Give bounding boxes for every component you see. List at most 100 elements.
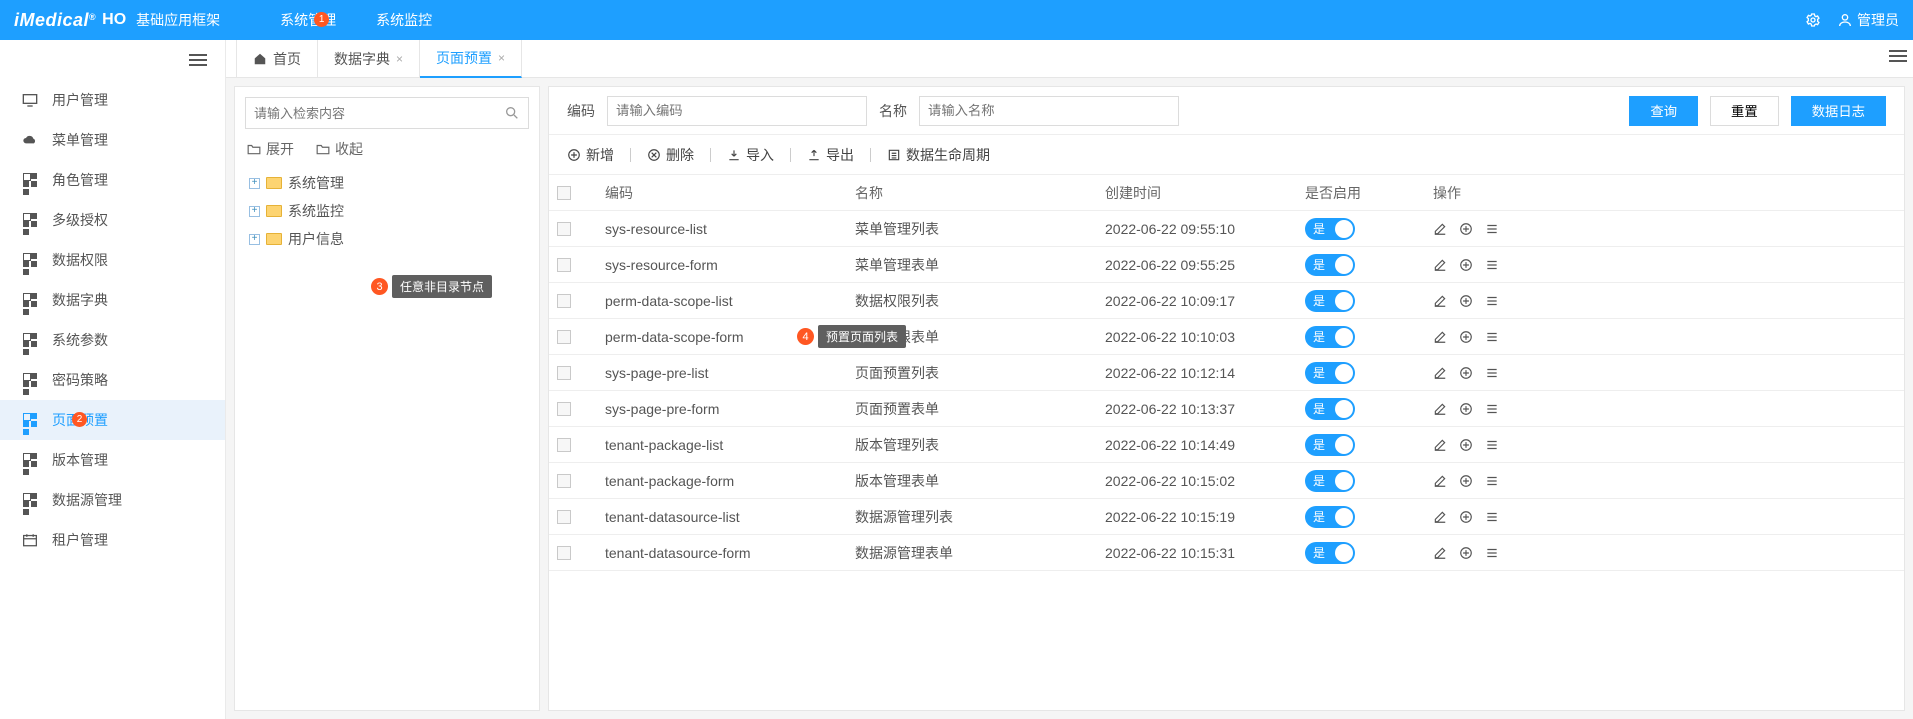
enable-switch[interactable]: 是 bbox=[1305, 290, 1355, 312]
row-checkbox[interactable] bbox=[557, 330, 571, 344]
expand-icon[interactable]: + bbox=[249, 206, 260, 217]
delete-button[interactable]: 删除 bbox=[647, 145, 694, 165]
sidebar-item-4[interactable]: 数据权限 bbox=[0, 240, 225, 280]
plus-circle-icon[interactable] bbox=[1459, 510, 1473, 524]
expand-icon[interactable]: + bbox=[249, 234, 260, 245]
row-checkbox[interactable] bbox=[557, 258, 571, 272]
tree-collapse[interactable]: 收起 bbox=[316, 139, 363, 159]
sidebar-item-0[interactable]: 用户管理 bbox=[0, 80, 225, 120]
row-checkbox[interactable] bbox=[557, 546, 571, 560]
code-input[interactable] bbox=[607, 96, 867, 126]
th-ops: 操作 bbox=[1425, 183, 1545, 203]
enable-switch[interactable]: 是 bbox=[1305, 470, 1355, 492]
export-button[interactable]: 导出 bbox=[807, 145, 854, 165]
tab-page-preset[interactable]: 页面预置× bbox=[420, 40, 522, 78]
row-checkbox[interactable] bbox=[557, 510, 571, 524]
plus-circle-icon[interactable] bbox=[1459, 438, 1473, 452]
sidebar-item-11[interactable]: 租户管理 bbox=[0, 520, 225, 560]
enable-switch[interactable]: 是 bbox=[1305, 506, 1355, 528]
row-checkbox[interactable] bbox=[557, 294, 571, 308]
datalog-button[interactable]: 数据日志 bbox=[1791, 96, 1886, 126]
plus-circle-icon[interactable] bbox=[1459, 474, 1473, 488]
enable-switch[interactable]: 是 bbox=[1305, 542, 1355, 564]
tree-expand[interactable]: 展开 bbox=[247, 139, 294, 159]
tree-node-2[interactable]: +用户信息 bbox=[249, 225, 529, 253]
row-checkbox[interactable] bbox=[557, 222, 571, 236]
sidebar-item-9[interactable]: 版本管理 bbox=[0, 440, 225, 480]
enable-switch[interactable]: 是 bbox=[1305, 362, 1355, 384]
top-menu-monitor[interactable]: 系统监控 bbox=[356, 0, 452, 40]
row-checkbox[interactable] bbox=[557, 474, 571, 488]
top-menu-system[interactable]: 系统管理 1 bbox=[260, 0, 356, 40]
sidebar-collapse[interactable] bbox=[0, 40, 225, 80]
plus-circle-icon[interactable] bbox=[1459, 258, 1473, 272]
export-icon bbox=[807, 148, 821, 162]
more-icon[interactable] bbox=[1485, 510, 1499, 524]
sidebar-item-6[interactable]: 系统参数 bbox=[0, 320, 225, 360]
sidebar-item-1[interactable]: 菜单管理 bbox=[0, 120, 225, 160]
sidebar-item-label: 多级授权 bbox=[52, 210, 108, 230]
more-icon[interactable] bbox=[1485, 258, 1499, 272]
sidebar-item-7[interactable]: 密码策略 bbox=[0, 360, 225, 400]
more-icon[interactable] bbox=[1485, 294, 1499, 308]
query-button[interactable]: 查询 bbox=[1629, 96, 1698, 126]
row-checkbox[interactable] bbox=[557, 402, 571, 416]
search-icon[interactable] bbox=[504, 105, 520, 121]
plus-circle-icon[interactable] bbox=[1459, 294, 1473, 308]
plus-circle-icon[interactable] bbox=[1459, 330, 1473, 344]
sidebar-item-3[interactable]: 多级授权 bbox=[0, 200, 225, 240]
tab-dict[interactable]: 数据字典× bbox=[318, 40, 420, 77]
enable-switch[interactable]: 是 bbox=[1305, 218, 1355, 240]
tree-search-input[interactable] bbox=[254, 106, 504, 121]
row-checkbox[interactable] bbox=[557, 366, 571, 380]
edit-icon[interactable] bbox=[1433, 222, 1447, 236]
more-icon[interactable] bbox=[1485, 366, 1499, 380]
expand-icon[interactable]: + bbox=[249, 178, 260, 189]
more-icon[interactable] bbox=[1485, 330, 1499, 344]
cell-created: 2022-06-22 10:12:14 bbox=[1097, 365, 1297, 381]
edit-icon[interactable] bbox=[1433, 546, 1447, 560]
more-icon[interactable] bbox=[1485, 474, 1499, 488]
lifecycle-button[interactable]: 数据生命周期 bbox=[887, 145, 990, 165]
plus-circle-icon[interactable] bbox=[1459, 222, 1473, 236]
badge-icon: 2 bbox=[72, 412, 87, 427]
sidebar-item-2[interactable]: 角色管理 bbox=[0, 160, 225, 200]
tree-node-0[interactable]: +系统管理 bbox=[249, 169, 529, 197]
tree-search[interactable] bbox=[245, 97, 529, 129]
row-checkbox[interactable] bbox=[557, 438, 571, 452]
name-input[interactable] bbox=[919, 96, 1179, 126]
close-icon[interactable]: × bbox=[498, 51, 505, 65]
sidebar-item-5[interactable]: 数据字典 bbox=[0, 280, 225, 320]
edit-icon[interactable] bbox=[1433, 258, 1447, 272]
reset-button[interactable]: 重置 bbox=[1710, 96, 1779, 126]
enable-switch[interactable]: 是 bbox=[1305, 326, 1355, 348]
plus-circle-icon[interactable] bbox=[1459, 366, 1473, 380]
enable-switch[interactable]: 是 bbox=[1305, 254, 1355, 276]
edit-icon[interactable] bbox=[1433, 366, 1447, 380]
edit-icon[interactable] bbox=[1433, 402, 1447, 416]
more-icon[interactable] bbox=[1485, 222, 1499, 236]
enable-switch[interactable]: 是 bbox=[1305, 434, 1355, 456]
edit-icon[interactable] bbox=[1433, 438, 1447, 452]
checkbox-all[interactable] bbox=[557, 186, 571, 200]
edit-icon[interactable] bbox=[1433, 510, 1447, 524]
add-button[interactable]: 新增 bbox=[567, 145, 614, 165]
burger-right-icon[interactable] bbox=[1889, 50, 1907, 62]
tree-node-1[interactable]: +系统监控 bbox=[249, 197, 529, 225]
enable-switch[interactable]: 是 bbox=[1305, 398, 1355, 420]
close-icon[interactable]: × bbox=[396, 52, 403, 66]
edit-icon[interactable] bbox=[1433, 294, 1447, 308]
plus-circle-icon[interactable] bbox=[1459, 402, 1473, 416]
edit-icon[interactable] bbox=[1433, 474, 1447, 488]
import-button[interactable]: 导入 bbox=[727, 145, 774, 165]
more-icon[interactable] bbox=[1485, 438, 1499, 452]
more-icon[interactable] bbox=[1485, 546, 1499, 560]
sidebar-item-8[interactable]: 页面预置2 bbox=[0, 400, 225, 440]
plus-circle-icon[interactable] bbox=[1459, 546, 1473, 560]
gear-icon[interactable] bbox=[1805, 12, 1821, 28]
user-menu[interactable]: 管理员 bbox=[1837, 10, 1899, 30]
tab-home[interactable]: 首页 bbox=[236, 40, 318, 77]
edit-icon[interactable] bbox=[1433, 330, 1447, 344]
more-icon[interactable] bbox=[1485, 402, 1499, 416]
sidebar-item-10[interactable]: 数据源管理 bbox=[0, 480, 225, 520]
